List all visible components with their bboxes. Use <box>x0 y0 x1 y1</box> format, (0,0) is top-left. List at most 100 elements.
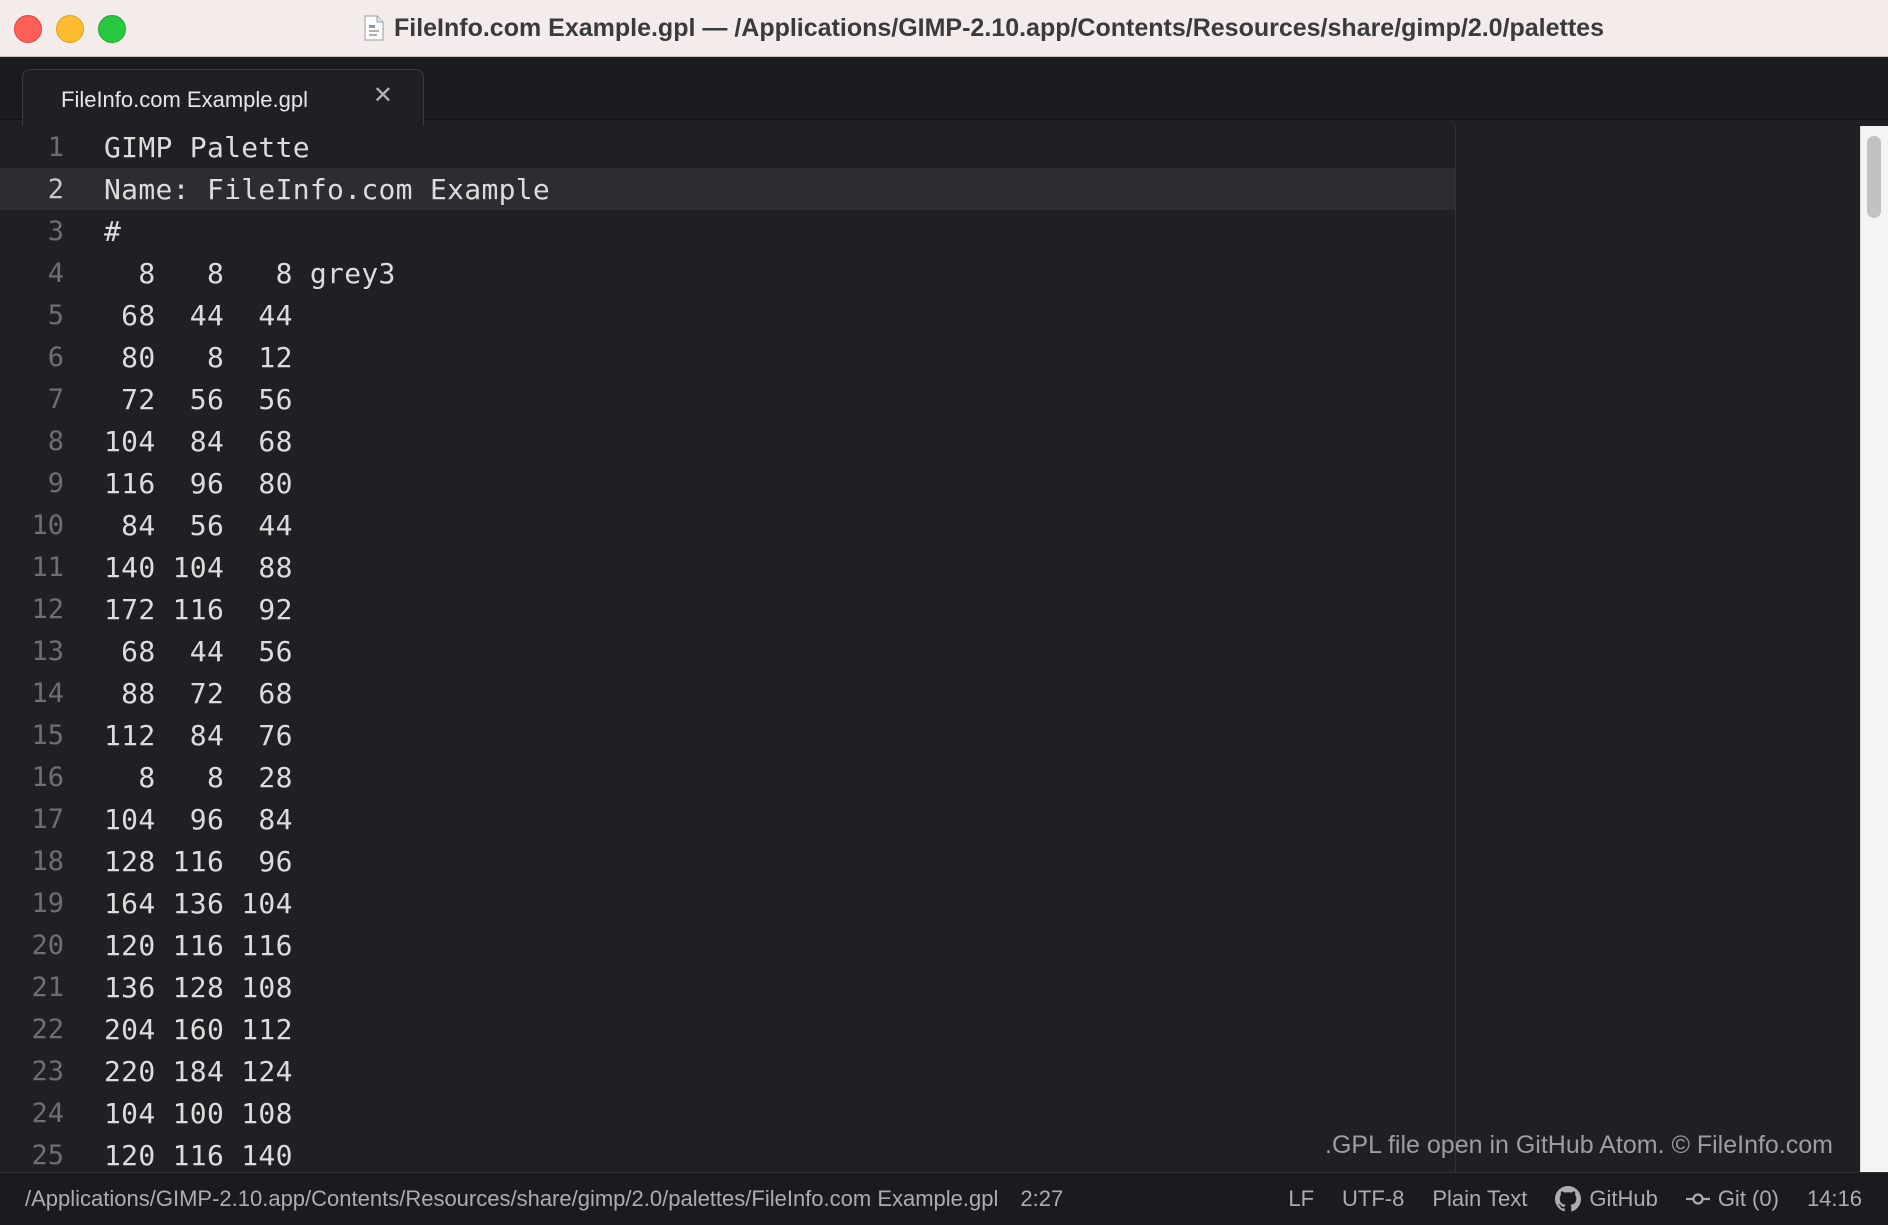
editor-line[interactable]: 7 72 56 56 <box>0 378 1455 420</box>
line-number: 11 <box>31 551 64 583</box>
close-icon[interactable]: ✕ <box>373 82 393 109</box>
line-text[interactable]: 88 72 68 <box>104 677 293 710</box>
tab-label: FileInfo.com Example.gpl <box>61 87 308 112</box>
editor-line[interactable]: 24 104 100 108 <box>0 1092 1455 1134</box>
line-number: 6 <box>47 341 64 373</box>
line-number: 18 <box>31 845 64 877</box>
editor-line[interactable]: 3 # <box>0 210 1455 252</box>
window-title-group: FileInfo.com Example.gpl — /Applications… <box>364 14 1604 43</box>
close-window-button[interactable] <box>14 15 42 43</box>
document-icon <box>364 15 384 41</box>
editor-line[interactable]: 12 172 116 92 <box>0 588 1455 630</box>
editor-line[interactable]: 20 120 116 116 <box>0 924 1455 966</box>
line-number: 4 <box>47 257 64 289</box>
title-bar: FileInfo.com Example.gpl — /Applications… <box>0 0 1888 57</box>
editor-line[interactable]: 4 8 8 8 grey3 <box>0 252 1455 294</box>
editor-line[interactable]: 18 128 116 96 <box>0 840 1455 882</box>
status-github-button[interactable]: GitHub <box>1555 1186 1658 1212</box>
line-text[interactable]: 116 96 80 <box>104 467 293 500</box>
line-number: 2 <box>47 173 64 205</box>
window-controls <box>14 15 126 43</box>
status-right-group: LF UTF-8 Plain Text GitHub Git (0) 14:16 <box>1288 1186 1862 1212</box>
line-text[interactable]: 140 104 88 <box>104 551 293 584</box>
watermark-text: .GPL file open in GitHub Atom. © FileInf… <box>1325 1131 1833 1159</box>
line-text[interactable]: 104 96 84 <box>104 803 293 836</box>
line-text[interactable]: 172 116 92 <box>104 593 293 626</box>
line-number: 17 <box>31 803 64 835</box>
line-number: 25 <box>31 1139 64 1171</box>
line-number: 16 <box>31 761 64 793</box>
line-text[interactable]: # <box>104 215 121 248</box>
line-text[interactable]: 204 160 112 <box>104 1013 293 1046</box>
line-text[interactable]: GIMP Palette <box>104 131 310 164</box>
line-number: 1 <box>47 131 64 163</box>
editor-line[interactable]: 5 68 44 44 <box>0 294 1455 336</box>
line-number: 7 <box>47 383 64 415</box>
line-text[interactable]: 112 84 76 <box>104 719 293 752</box>
editor-line[interactable]: 15 112 84 76 <box>0 714 1455 756</box>
wrap-guide <box>1455 126 1456 1172</box>
line-number: 21 <box>31 971 64 1003</box>
line-number: 14 <box>31 677 64 709</box>
line-text[interactable]: 104 84 68 <box>104 425 293 458</box>
editor-line[interactable]: 11 140 104 88 <box>0 546 1455 588</box>
status-cursor-position[interactable]: 2:27 <box>1020 1186 1063 1212</box>
minimize-window-button[interactable] <box>56 15 84 43</box>
status-git-button[interactable]: Git (0) <box>1685 1186 1779 1212</box>
editor-line[interactable]: 22 204 160 112 <box>0 1008 1455 1050</box>
line-number: 19 <box>31 887 64 919</box>
editor-line[interactable]: 23 220 184 124 <box>0 1050 1455 1092</box>
status-clock: 14:16 <box>1806 1186 1862 1211</box>
line-text[interactable]: 164 136 104 <box>104 887 293 920</box>
editor-line[interactable]: 13 68 44 56 <box>0 630 1455 672</box>
editor-line[interactable]: 2 Name: FileInfo.com Example <box>0 168 1455 210</box>
editor-line[interactable]: 9 116 96 80 <box>0 462 1455 504</box>
line-text[interactable]: 72 56 56 <box>104 383 293 416</box>
tab-fileinfo-example-gpl[interactable]: FileInfo.com Example.gpl ✕ <box>22 69 424 130</box>
editor-line[interactable]: 10 84 56 44 <box>0 504 1455 546</box>
window-title: FileInfo.com Example.gpl — /Applications… <box>393 13 1604 42</box>
vertical-scrollbar[interactable] <box>1860 126 1888 1172</box>
status-github-label: GitHub <box>1589 1186 1658 1211</box>
editor-line[interactable]: 6 80 8 12 <box>0 336 1455 378</box>
github-icon <box>1555 1186 1582 1212</box>
line-number: 8 <box>47 425 64 457</box>
editor-line[interactable]: 14 88 72 68 <box>0 672 1455 714</box>
status-file-path[interactable]: /Applications/GIMP-2.10.app/Contents/Res… <box>25 1186 998 1212</box>
text-editor[interactable]: 1 GIMP Palette 2 Name: FileInfo.com Example… <box>0 126 1860 1172</box>
status-git-label: Git (0) <box>1717 1186 1779 1211</box>
line-text[interactable]: 104 100 108 <box>104 1097 293 1130</box>
line-number: 9 <box>47 467 64 499</box>
line-text[interactable]: 80 8 12 <box>104 341 293 374</box>
line-text[interactable]: 84 56 44 <box>104 509 293 542</box>
line-text[interactable]: 128 116 96 <box>104 845 293 878</box>
tab-bar: FileInfo.com Example.gpl ✕ <box>0 57 1888 130</box>
status-bar: /Applications/GIMP-2.10.app/Contents/Res… <box>0 1172 1888 1225</box>
editor-line[interactable]: 21 136 128 108 <box>0 966 1455 1008</box>
line-number: 15 <box>31 719 64 751</box>
line-text[interactable]: 68 44 56 <box>104 635 293 668</box>
editor-line[interactable]: 8 104 84 68 <box>0 420 1455 462</box>
line-number: 12 <box>31 593 64 625</box>
editor-line[interactable]: 16 8 8 28 <box>0 756 1455 798</box>
line-text[interactable]: Name: FileInfo.com Example <box>104 173 550 206</box>
line-text[interactable]: 120 116 140 <box>104 1139 293 1172</box>
line-text[interactable]: 8 8 28 <box>104 761 293 794</box>
line-text[interactable]: 120 116 116 <box>104 929 293 962</box>
status-encoding[interactable]: UTF-8 <box>1342 1186 1404 1212</box>
maximize-window-button[interactable] <box>98 15 126 43</box>
editor-line[interactable]: 17 104 96 84 <box>0 798 1455 840</box>
editor-line[interactable]: 19 164 136 104 <box>0 882 1455 924</box>
editor-line[interactable]: 25 120 116 140 <box>0 1134 1455 1172</box>
line-text[interactable]: 68 44 44 <box>104 299 293 332</box>
scrollbar-thumb[interactable] <box>1867 136 1881 218</box>
line-text[interactable]: 136 128 108 <box>104 971 293 1004</box>
line-number: 10 <box>31 509 64 541</box>
status-line-ending[interactable]: LF <box>1288 1186 1314 1212</box>
line-number: 5 <box>47 299 64 331</box>
line-text[interactable]: 8 8 8 grey3 <box>104 257 396 290</box>
status-grammar[interactable]: Plain Text <box>1432 1186 1527 1212</box>
git-commit-icon <box>1685 1193 1710 1205</box>
editor-line[interactable]: 1 GIMP Palette <box>0 126 1455 168</box>
line-text[interactable]: 220 184 124 <box>104 1055 293 1088</box>
